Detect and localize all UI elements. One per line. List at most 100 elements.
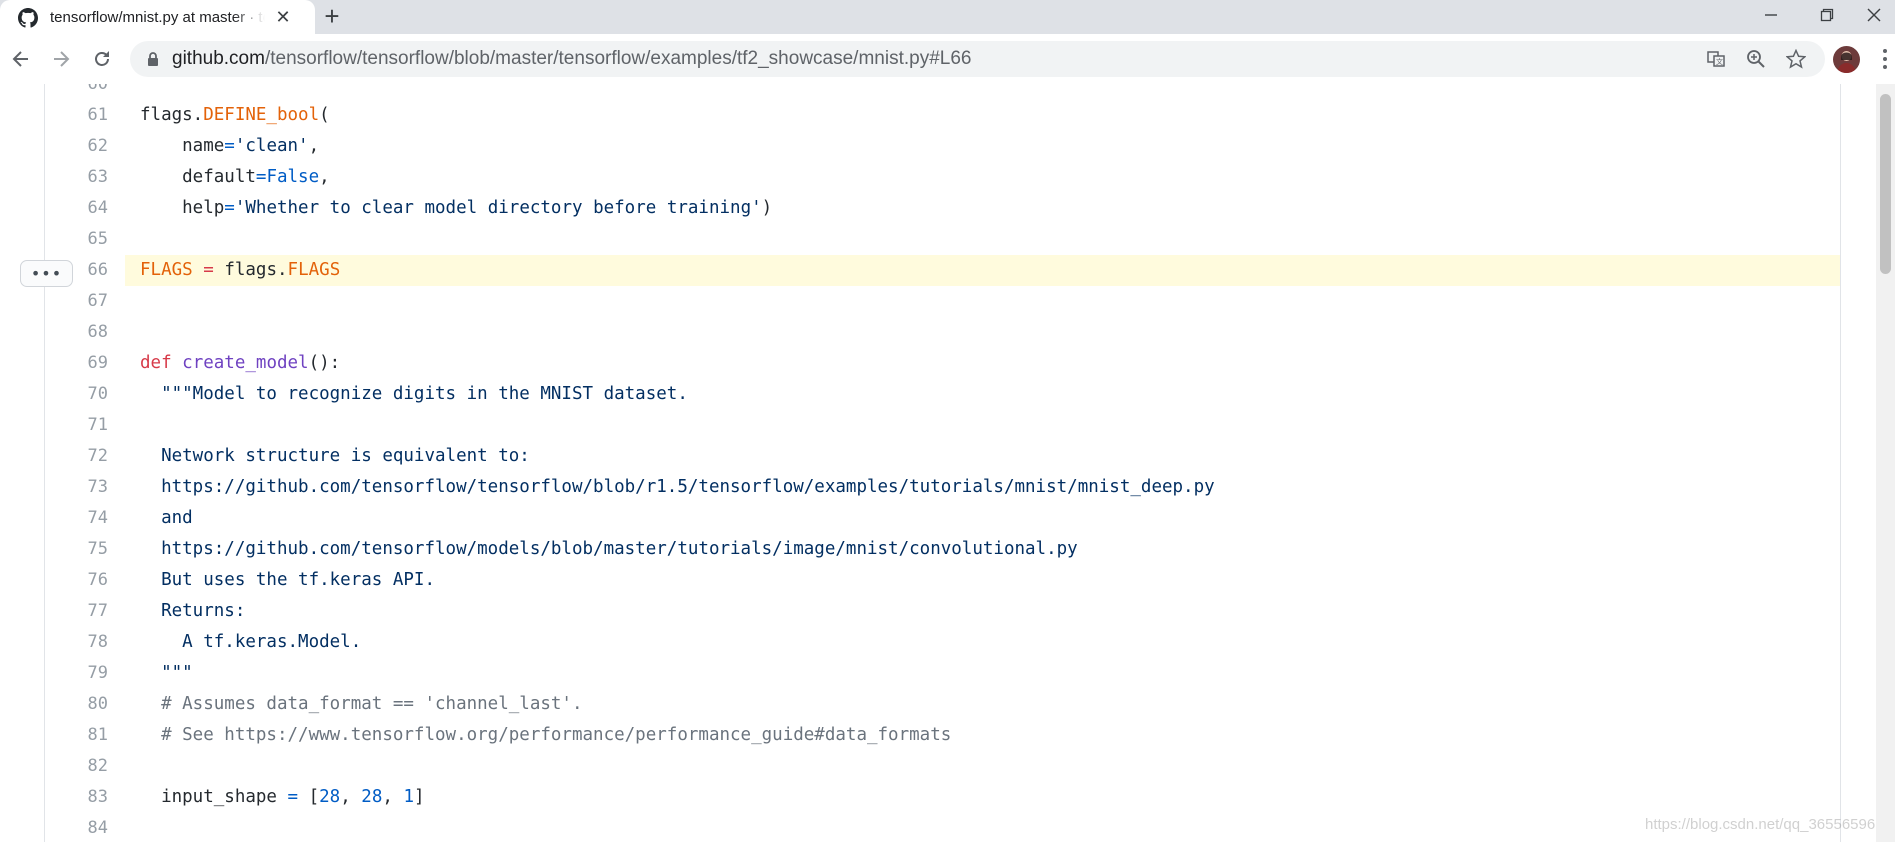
line-number[interactable]: 70 xyxy=(50,379,108,410)
line-number[interactable]: 68 xyxy=(50,317,108,348)
code-line: 70 """Model to recognize digits in the M… xyxy=(0,379,1840,410)
code-text: # Assumes data_format == 'channel_last'. xyxy=(140,689,583,720)
line-number[interactable]: 61 xyxy=(50,100,108,131)
kebab-menu-icon[interactable] xyxy=(1878,46,1892,72)
code-line: 73 https://github.com/tensorflow/tensorf… xyxy=(0,472,1840,503)
close-icon xyxy=(1867,8,1880,22)
lock-icon xyxy=(148,52,158,66)
close-window-button[interactable] xyxy=(1852,0,1895,30)
forward-button[interactable] xyxy=(48,46,74,72)
reload-button[interactable] xyxy=(89,46,115,72)
active-tab[interactable]: tensorflow/mnist.py at master · tensorfl… xyxy=(0,0,315,34)
scrollbar-thumb[interactable] xyxy=(1880,94,1891,274)
code-text: and xyxy=(140,503,193,534)
code-token: # See https://www.tensorflow.org/perform… xyxy=(140,725,952,745)
zoom-icon[interactable] xyxy=(1746,49,1766,69)
line-number[interactable]: 62 xyxy=(50,131,108,162)
code-text: input_shape = [28, 28, 1] xyxy=(140,782,425,813)
translate-icon[interactable]: 文 xyxy=(1706,49,1726,69)
code-token: , xyxy=(382,787,404,807)
new-tab-button[interactable]: + xyxy=(320,3,344,29)
code-token: input_shape xyxy=(140,787,288,807)
line-number[interactable]: 72 xyxy=(50,441,108,472)
code-token: FLAGS xyxy=(140,260,193,280)
line-number[interactable]: 75 xyxy=(50,534,108,565)
code-token: = xyxy=(287,787,299,807)
code-line: 62 name='clean', xyxy=(0,131,1840,162)
line-number[interactable]: 63 xyxy=(50,162,108,193)
code-token: , xyxy=(308,136,320,156)
code-line: 84 xyxy=(0,813,1840,842)
code-text: def create_model(): xyxy=(140,348,340,379)
code-line: 74 and xyxy=(0,503,1840,534)
line-number[interactable]: 69 xyxy=(50,348,108,379)
code-line: 83 input_shape = [28, 28, 1] xyxy=(0,782,1840,813)
code-text: name='clean', xyxy=(140,131,319,162)
code-line-highlighted: 66 FLAGS = flags.FLAGS xyxy=(0,255,1840,286)
code-token: 1 xyxy=(403,787,414,807)
line-number[interactable]: 82 xyxy=(50,751,108,782)
code-token: flags. xyxy=(213,260,288,280)
line-number[interactable]: 73 xyxy=(50,472,108,503)
line-number[interactable]: 80 xyxy=(50,689,108,720)
code-token: But uses the tf.keras API. xyxy=(140,570,436,590)
line-highlight xyxy=(125,255,1840,286)
code-line: 61 flags.DEFINE_bool( xyxy=(0,100,1840,131)
code-token: , xyxy=(319,167,330,187)
code-token: and xyxy=(140,508,193,528)
scrollbar[interactable] xyxy=(1876,84,1895,842)
code-line: 79 """ xyxy=(0,658,1840,689)
code-token: """ xyxy=(140,663,193,683)
code-token: Network structure is equivalent to: xyxy=(140,446,530,466)
url-text[interactable]: github.com/tensorflow/tensorflow/blob/ma… xyxy=(172,49,971,69)
line-number[interactable]: 83 xyxy=(50,782,108,813)
code-token: Returns: xyxy=(140,601,246,621)
tab-close-icon[interactable]: ✕ xyxy=(275,8,291,26)
star-icon[interactable] xyxy=(1786,49,1806,69)
code-line: 69 def create_model(): xyxy=(0,348,1840,379)
code-token: 28 xyxy=(319,787,341,807)
line-number[interactable]: 84 xyxy=(50,813,108,842)
code-text: flags.DEFINE_bool( xyxy=(140,100,330,131)
code-token: default xyxy=(140,167,256,187)
code-token: = xyxy=(224,136,235,156)
code-line: 77 Returns: xyxy=(0,596,1840,627)
code-text: FLAGS = flags.FLAGS xyxy=(140,255,340,286)
address-bar[interactable]: github.com/tensorflow/tensorflow/blob/ma… xyxy=(130,41,1825,77)
watermark: https://blog.csdn.net/qq_36556596 xyxy=(1645,816,1876,833)
code-text: default=False, xyxy=(140,162,330,193)
code-token: # Assumes data_format == 'channel_last'. xyxy=(140,694,583,714)
code-token: False xyxy=(266,167,320,187)
code-text: A tf.keras.Model. xyxy=(140,627,361,658)
code-viewer: 60 61 flags.DEFINE_bool(62 name='clean', 63… xyxy=(0,84,1895,842)
code-token: name xyxy=(140,136,225,156)
browser-toolbar: github.com/tensorflow/tensorflow/blob/ma… xyxy=(0,34,1895,85)
back-button[interactable] xyxy=(8,46,34,72)
restore-button[interactable] xyxy=(1804,0,1850,30)
line-number[interactable]: 78 xyxy=(50,627,108,658)
code-line: 60 xyxy=(0,84,1840,100)
line-number[interactable]: 65 xyxy=(50,224,108,255)
line-number[interactable]: 74 xyxy=(50,503,108,534)
code-token: ] xyxy=(414,787,425,807)
line-actions-button[interactable]: ••• xyxy=(20,260,73,287)
code-token: FLAGS xyxy=(287,260,341,280)
line-number[interactable]: 64 xyxy=(50,193,108,224)
line-number[interactable]: 67 xyxy=(50,286,108,317)
minimize-button[interactable] xyxy=(1748,0,1794,30)
line-number[interactable]: 60 xyxy=(50,84,108,100)
line-number[interactable]: 76 xyxy=(50,565,108,596)
code-token: https://github.com/tensorflow/models/blo… xyxy=(140,539,1078,559)
line-number[interactable]: 81 xyxy=(50,720,108,751)
line-number[interactable]: 79 xyxy=(50,658,108,689)
code-text: """ xyxy=(140,658,193,689)
code-token: https://github.com/tensorflow/tensorflow… xyxy=(140,477,1215,497)
profile-avatar[interactable] xyxy=(1833,46,1860,73)
minimize-icon xyxy=(1765,14,1777,16)
line-number[interactable]: 71 xyxy=(50,410,108,441)
line-number[interactable]: 77 xyxy=(50,596,108,627)
code-token: DEFINE_bool xyxy=(203,105,320,125)
url-host: github.com xyxy=(172,48,265,69)
code-line: 71 xyxy=(0,410,1840,441)
code-line: 80 # Assumes data_format == 'channel_las… xyxy=(0,689,1840,720)
